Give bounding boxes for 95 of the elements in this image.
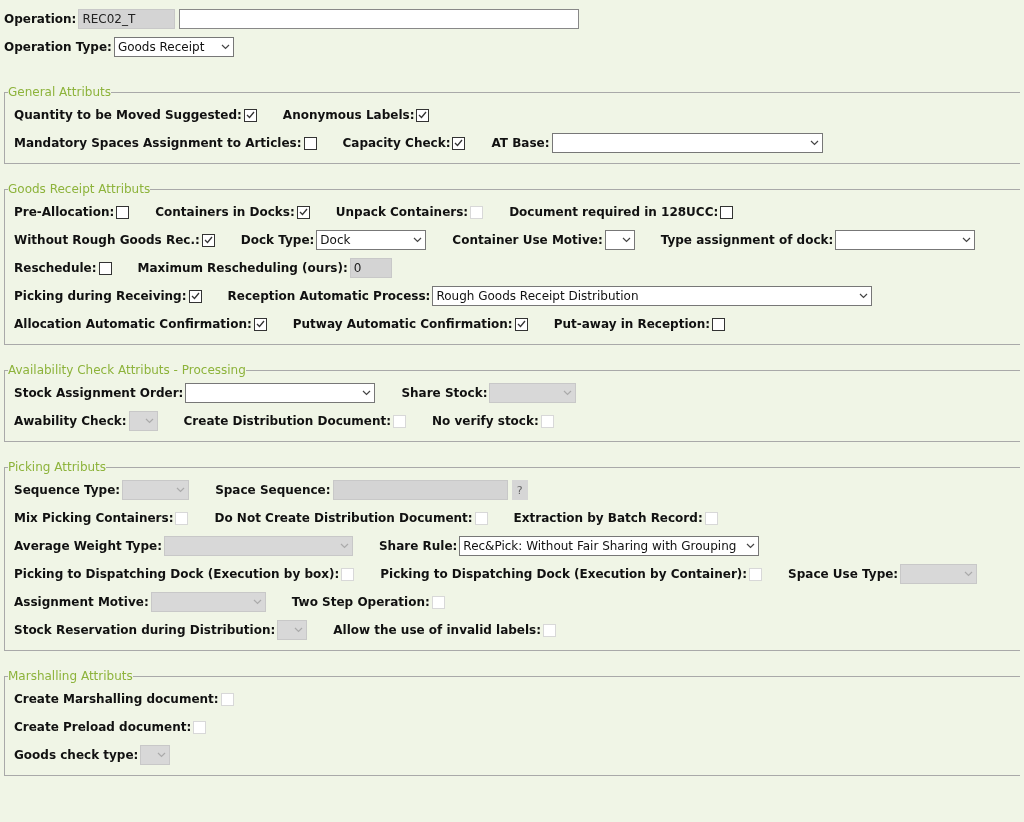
field-label: Reschedule: bbox=[14, 261, 97, 275]
field-label: Quantity to be Moved Suggested: bbox=[14, 108, 242, 122]
field-label: Document required in 128UCC: bbox=[509, 205, 719, 219]
chevron-down-icon bbox=[621, 237, 631, 243]
field-label: Reception Automatic Process: bbox=[227, 289, 431, 303]
field-label: Stock Assignment Order: bbox=[14, 386, 184, 400]
field-label: Sequence Type: bbox=[14, 483, 121, 497]
checkmark-icon bbox=[255, 320, 265, 328]
section-title: General Attributs bbox=[8, 85, 111, 99]
section-title: Goods Receipt Attributs bbox=[8, 182, 151, 196]
checkbox[interactable] bbox=[452, 136, 466, 150]
checkbox[interactable] bbox=[98, 261, 112, 275]
checkmark-icon bbox=[203, 236, 213, 244]
field-label: Type assignment of dock: bbox=[660, 233, 834, 247]
field-label: Average Weight Type: bbox=[14, 539, 162, 553]
field-label: Create Distribution Document: bbox=[183, 414, 392, 428]
field-label: Share Rule: bbox=[378, 539, 458, 553]
checkmark-icon bbox=[418, 111, 428, 119]
dropdown[interactable]: Goods Receipt bbox=[113, 37, 234, 57]
checkmark-icon bbox=[190, 292, 200, 300]
dropdown[interactable] bbox=[551, 133, 823, 153]
field-label: Pre-Allocation: bbox=[14, 205, 115, 219]
checkbox[interactable] bbox=[712, 317, 726, 331]
field-label: Containers in Docks: bbox=[155, 205, 295, 219]
chevron-down-icon bbox=[809, 140, 819, 146]
checkbox[interactable] bbox=[720, 205, 734, 219]
checkbox[interactable] bbox=[303, 136, 317, 150]
dropdown[interactable] bbox=[835, 230, 976, 250]
chevron-down-icon bbox=[294, 627, 304, 633]
chevron-down-icon bbox=[176, 487, 186, 493]
chevron-down-icon bbox=[746, 543, 756, 549]
field-label: Allow the use of invalid labels: bbox=[333, 623, 542, 637]
field-label: Awability Check: bbox=[14, 414, 127, 428]
checkbox[interactable] bbox=[188, 289, 202, 303]
dropdown[interactable] bbox=[604, 230, 635, 250]
field-label: Mandatory Spaces Assignment to Articles: bbox=[14, 136, 302, 150]
chevron-down-icon bbox=[362, 390, 372, 396]
field-label: Picking to Dispatching Dock (Execution by Container): bbox=[380, 567, 748, 581]
checkmark-icon bbox=[245, 111, 255, 119]
checkbox[interactable] bbox=[243, 108, 257, 122]
field-label: Share Stock: bbox=[401, 386, 488, 400]
checkbox[interactable] bbox=[116, 205, 130, 219]
field-label: Create Marshalling document: bbox=[14, 692, 219, 706]
section-title: Marshalling Attributs bbox=[8, 669, 133, 683]
checkbox[interactable] bbox=[514, 317, 528, 331]
field-label: Stock Reservation during Distribution: bbox=[14, 623, 276, 637]
field-label: Space Use Type: bbox=[788, 567, 899, 581]
chevron-down-icon bbox=[252, 599, 262, 605]
chevron-down-icon bbox=[144, 418, 154, 424]
field-label: Mix Picking Containers: bbox=[14, 511, 174, 525]
field-label: Two Step Operation: bbox=[291, 595, 430, 609]
section-title: Picking Attributs bbox=[8, 460, 107, 474]
field-label: Picking to Dispatching Dock (Execution by box): bbox=[14, 567, 340, 581]
chevron-down-icon bbox=[220, 44, 230, 50]
checkmark-icon bbox=[516, 320, 526, 328]
chevron-down-icon bbox=[157, 752, 167, 758]
field-label: Putway Automatic Confirmation: bbox=[292, 317, 513, 331]
dropdown[interactable]: Rough Goods Receipt Distribution bbox=[432, 286, 873, 306]
field-label: Operation Type: bbox=[4, 40, 112, 54]
field-label: Space Sequence: bbox=[215, 483, 331, 497]
field-label: Without Rough Goods Rec.: bbox=[14, 233, 200, 247]
checkmark-icon bbox=[298, 208, 308, 216]
field-label: Capacity Check: bbox=[342, 136, 451, 150]
dropdown[interactable] bbox=[185, 383, 376, 403]
field-label: Picking during Receiving: bbox=[14, 289, 187, 303]
field-label: Extraction by Batch Record: bbox=[513, 511, 703, 525]
chevron-down-icon bbox=[964, 571, 974, 577]
chevron-down-icon bbox=[339, 543, 349, 549]
text-field[interactable] bbox=[179, 9, 580, 29]
field-label: AT Base: bbox=[491, 136, 550, 150]
chevron-down-icon bbox=[859, 293, 869, 299]
field-label: Create Preload document: bbox=[14, 720, 192, 734]
field-label: No verify stock: bbox=[432, 414, 539, 428]
field-label: Goods check type: bbox=[14, 748, 139, 762]
checkbox[interactable] bbox=[201, 233, 215, 247]
checkbox[interactable] bbox=[416, 108, 430, 122]
field-label: Container Use Motive: bbox=[452, 233, 603, 247]
field-label: Do Not Create Distribution Document: bbox=[214, 511, 473, 525]
chevron-down-icon bbox=[563, 390, 573, 396]
dropdown[interactable]: Dock bbox=[316, 230, 427, 250]
chevron-down-icon bbox=[413, 237, 423, 243]
field-label: Operation: bbox=[4, 12, 77, 26]
checkbox[interactable] bbox=[253, 317, 267, 331]
field-label: Allocation Automatic Confirmation: bbox=[14, 317, 252, 331]
section-title: Availability Check Attributs - Processing bbox=[8, 363, 246, 377]
field-label: Dock Type: bbox=[240, 233, 315, 247]
field-label: Put-away in Reception: bbox=[553, 317, 711, 331]
dropdown[interactable]: Rec&Pick: Without Fair Sharing with Grouping bbox=[459, 536, 760, 556]
field-label: Assignment Motive: bbox=[14, 595, 149, 609]
checkmark-icon bbox=[454, 139, 464, 147]
field-label: Maximum Rescheduling (ours): bbox=[137, 261, 348, 275]
chevron-down-icon bbox=[962, 237, 972, 243]
checkbox[interactable] bbox=[296, 205, 310, 219]
field-label: Anonymous Labels: bbox=[282, 108, 415, 122]
field-label: Unpack Containers: bbox=[335, 205, 469, 219]
